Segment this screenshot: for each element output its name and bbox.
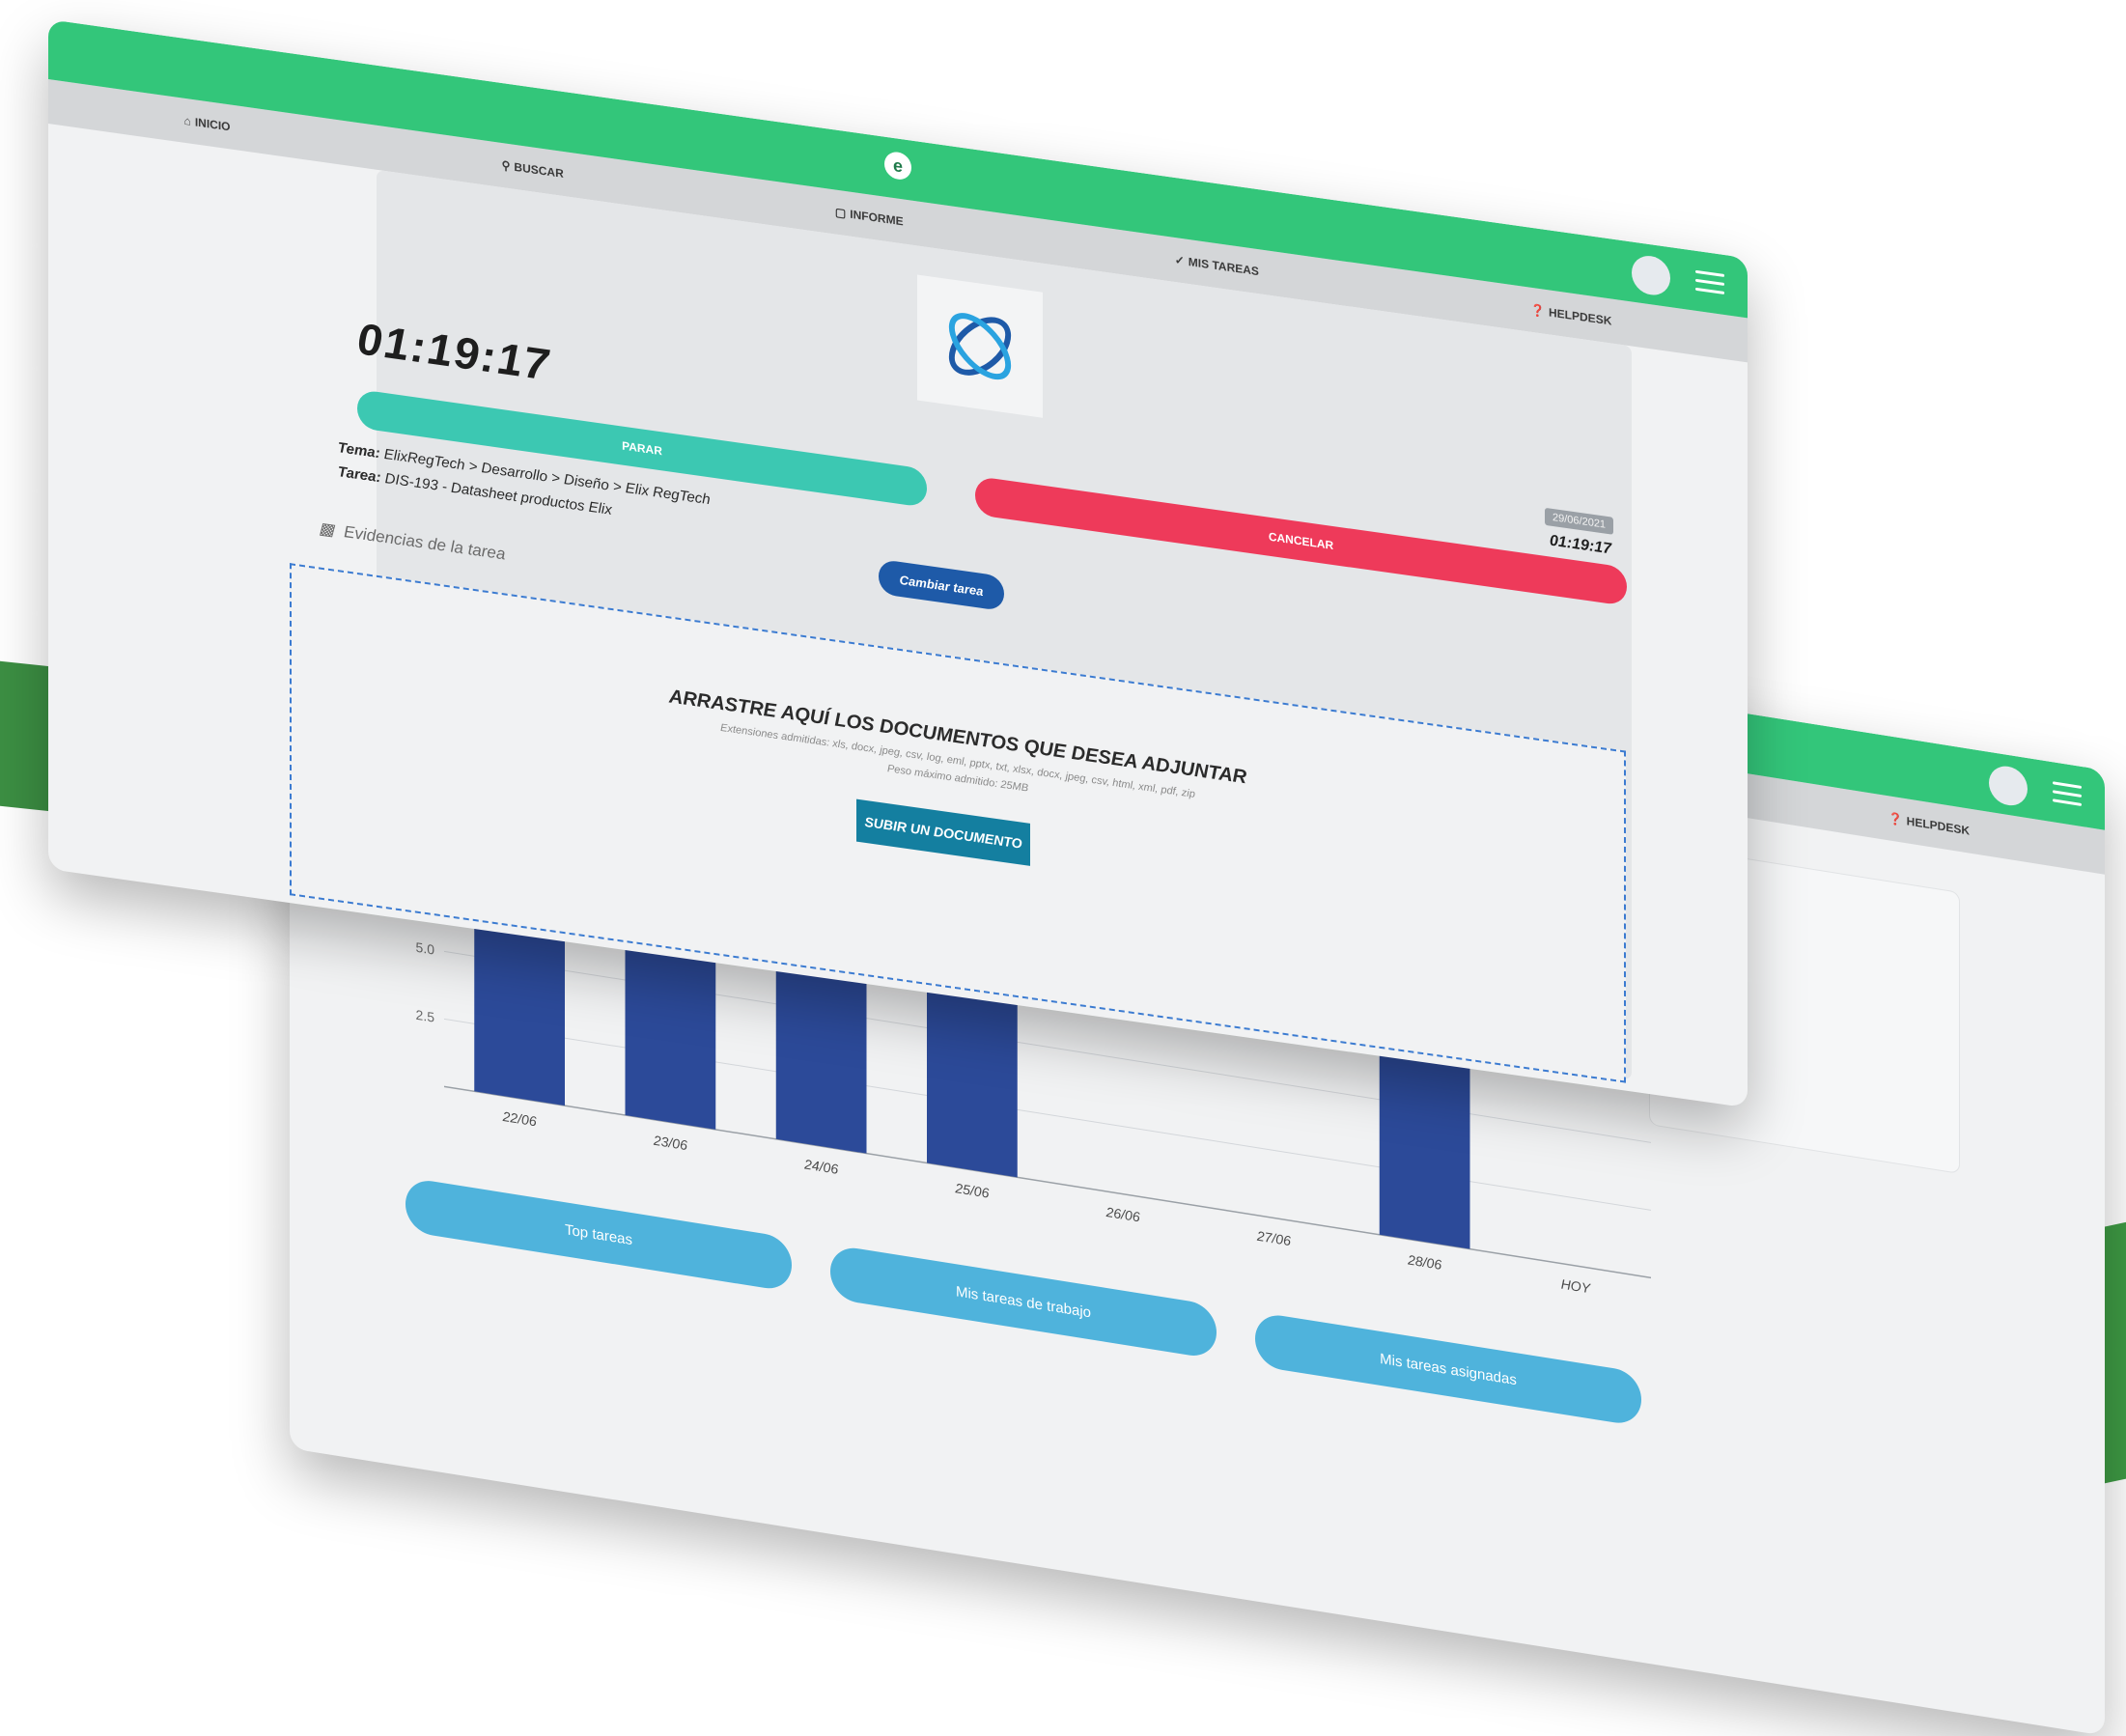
nav-helpdesk[interactable]: ❓ HELPDESK <box>1530 303 1611 328</box>
x-tick-label: 26/06 <box>1105 1204 1140 1225</box>
y-tick-label: 2.5 <box>416 1007 435 1025</box>
file-icon: ▢ <box>834 205 847 221</box>
x-tick-label: 27/06 <box>1256 1228 1291 1249</box>
date-badge: 29/06/2021 <box>1545 507 1614 535</box>
home-icon: ⌂ <box>183 113 191 128</box>
nav-helpdesk[interactable]: ❓ HELPDESK <box>1888 811 1970 837</box>
nav-buscar[interactable]: ⚲ BUSCAR <box>502 158 564 181</box>
x-tick-label: 23/06 <box>653 1133 687 1154</box>
user-avatar[interactable] <box>1989 763 2028 809</box>
check-icon: ✓ <box>1174 252 1185 268</box>
help-icon: ❓ <box>1530 302 1546 319</box>
hamburger-menu-icon[interactable] <box>2053 781 2082 807</box>
hamburger-menu-icon[interactable] <box>1695 269 1724 295</box>
upload-document-button[interactable]: SUBIR UN DOCUMENTO <box>856 798 1030 866</box>
nav-informe[interactable]: ▢ INFORME <box>835 206 904 229</box>
orbit-logo-icon <box>948 313 1012 380</box>
evidence-section-title: ▩ Evidencias de la tarea <box>319 518 506 564</box>
x-tick-label: 25/06 <box>954 1180 989 1201</box>
x-tick-label: 22/06 <box>502 1108 537 1130</box>
y-tick-label: 5.0 <box>416 939 435 958</box>
x-tick-label: 24/06 <box>803 1156 838 1177</box>
nav-inicio[interactable]: ⌂ INICIO <box>184 114 231 134</box>
help-icon: ❓ <box>1888 811 1903 827</box>
x-tick-label: HOY <box>1561 1276 1592 1297</box>
elapsed-timer: 01:19:17 <box>357 312 551 391</box>
bar-25-06 <box>927 973 1018 1178</box>
document-icon: ▩ <box>319 518 335 540</box>
bar-28-06 <box>1379 1045 1470 1249</box>
mini-timer: 01:19:17 <box>1550 532 1612 558</box>
x-tick-label: 28/06 <box>1407 1251 1441 1273</box>
organization-logo <box>917 274 1043 418</box>
change-task-button[interactable]: Cambiar tarea <box>879 558 1004 612</box>
user-avatar[interactable] <box>1632 253 1670 298</box>
nav-mis-tareas[interactable]: ✓ MIS TAREAS <box>1175 253 1259 278</box>
cancel-button[interactable]: CANCELAR <box>975 475 1627 606</box>
app-logo: e <box>884 150 911 182</box>
search-icon: ⚲ <box>501 158 511 174</box>
